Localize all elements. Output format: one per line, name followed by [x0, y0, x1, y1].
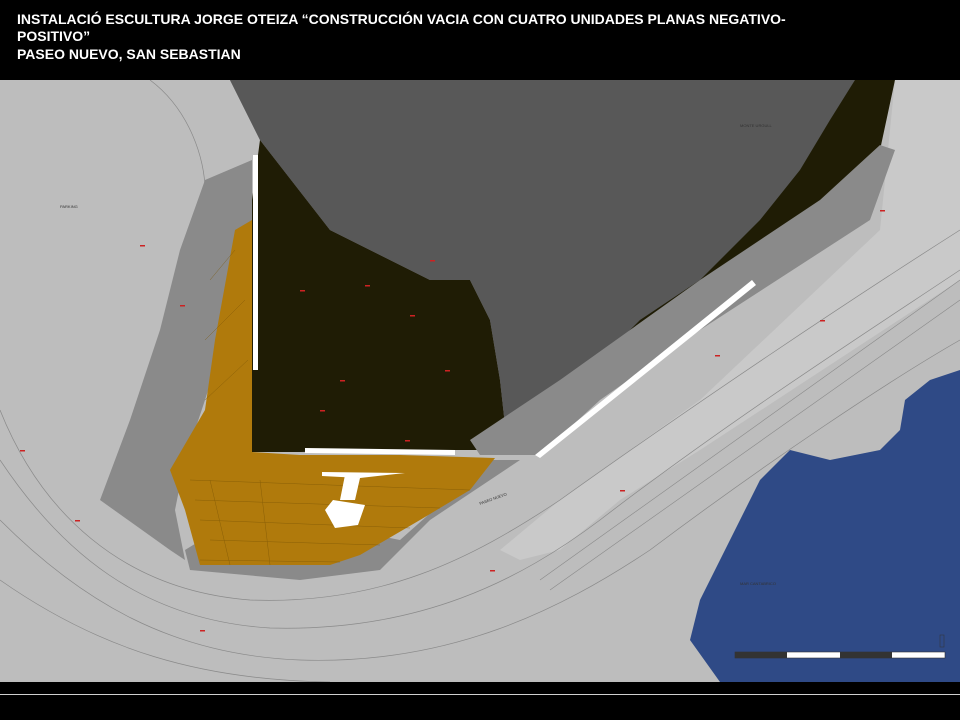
- title-line-2: POSITIVO”: [17, 28, 91, 44]
- title-line-3: PASEO NUEVO, SAN SEBASTIAN: [17, 46, 241, 62]
- label-parking: PARKING: [60, 204, 78, 209]
- wall-vertical: [253, 155, 258, 370]
- label-monte-urgull: MONTE URGULL: [740, 123, 773, 128]
- site-plan-map: PARKING MONTE URGULL PASEO NUEVO MAR CAN…: [0, 80, 960, 682]
- title-bar: INSTALACIÓ ESCULTURA JORGE OTEIZA “CONST…: [0, 0, 960, 80]
- title-line-1: INSTALACIÓ ESCULTURA JORGE OTEIZA “CONST…: [17, 11, 786, 27]
- site-plan-svg: PARKING MONTE URGULL PASEO NUEVO MAR CAN…: [0, 80, 960, 682]
- footer-divider: [0, 694, 960, 695]
- label-mar-cantabrico: MAR CANTABRICO: [740, 581, 776, 586]
